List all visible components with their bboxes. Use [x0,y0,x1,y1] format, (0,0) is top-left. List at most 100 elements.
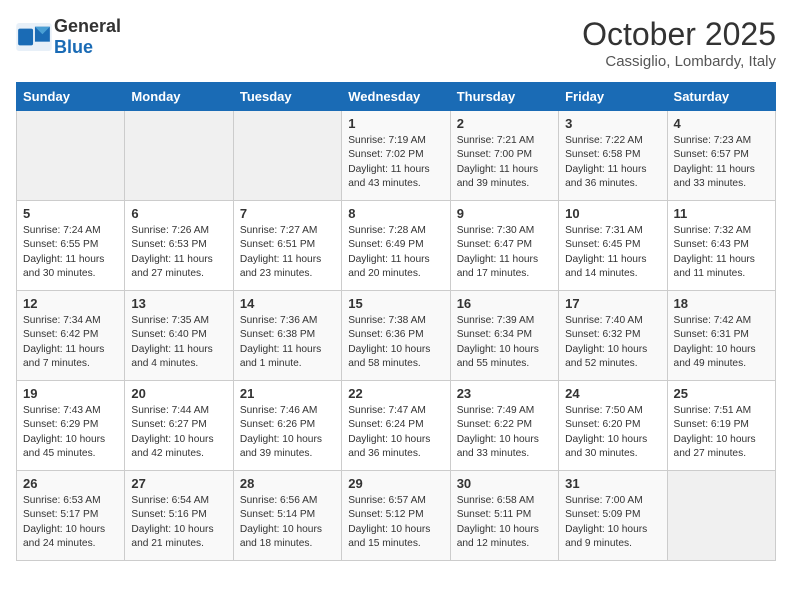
cell-info: Sunrise: 7:46 AM Sunset: 6:26 PM Dayligh… [240,404,335,461]
weekday-header: Saturday [667,83,775,111]
day-number: 7 [240,206,335,221]
location-text: Cassiglio, Lombardy, Italy [582,53,776,70]
calendar-cell [17,111,125,201]
cell-info: Sunrise: 7:22 AM Sunset: 6:58 PM Dayligh… [565,134,660,191]
calendar-cell: 29Sunrise: 6:57 AM Sunset: 5:12 PM Dayli… [342,471,450,561]
logo: General Blue [16,16,121,58]
day-number: 17 [565,296,660,311]
cell-info: Sunrise: 7:47 AM Sunset: 6:24 PM Dayligh… [348,404,443,461]
cell-info: Sunrise: 7:38 AM Sunset: 6:36 PM Dayligh… [348,314,443,371]
calendar-cell: 1Sunrise: 7:19 AM Sunset: 7:02 PM Daylig… [342,111,450,201]
weekday-header: Tuesday [233,83,341,111]
cell-info: Sunrise: 7:51 AM Sunset: 6:19 PM Dayligh… [674,404,769,461]
cell-info: Sunrise: 7:00 AM Sunset: 5:09 PM Dayligh… [565,494,660,551]
day-number: 27 [131,476,226,491]
calendar-cell: 16 Sunrise: 7:39 AM Sunset: 6:34 PM Dayli… [450,291,558,381]
day-number: 22 [348,386,443,401]
weekday-header: Friday [559,83,667,111]
cell-info: Sunrise: 7:49 AM Sunset: 6:22 PM Dayligh… [457,404,552,461]
calendar-cell: 9Sunrise: 7:30 AM Sunset: 6:47 PM Daylig… [450,201,558,291]
calendar-cell [125,111,233,201]
calendar-cell: 24 Sunrise: 7:50 AM Sunset: 6:20 PM Dayli… [559,381,667,471]
cell-info: Sunrise: 7:34 AM Sunset: 6:42 PM Dayligh… [23,314,118,371]
cell-info: Sunrise: 6:56 AM Sunset: 5:14 PM Dayligh… [240,494,335,551]
cell-info: Sunrise: 7:23 AM Sunset: 6:57 PM Dayligh… [674,134,769,191]
calendar-cell: 22 Sunrise: 7:47 AM Sunset: 6:24 PM Dayli… [342,381,450,471]
day-number: 24 [565,386,660,401]
calendar-cell: 2Sunrise: 7:21 AM Sunset: 7:00 PM Daylig… [450,111,558,201]
calendar-week-row: 19 Sunrise: 7:43 AM Sunset: 6:29 PM Dayli… [17,381,776,471]
day-number: 12 [23,296,118,311]
day-number: 15 [348,296,443,311]
calendar-cell: 5Sunrise: 7:24 AM Sunset: 6:55 PM Daylig… [17,201,125,291]
cell-info: Sunrise: 7:35 AM Sunset: 6:40 PM Dayligh… [131,314,226,371]
cell-info: Sunrise: 7:43 AM Sunset: 6:29 PM Dayligh… [23,404,118,461]
cell-info: Sunrise: 7:36 AM Sunset: 6:38 PM Dayligh… [240,314,335,371]
calendar-cell: 26Sunrise: 6:53 AM Sunset: 5:17 PM Dayli… [17,471,125,561]
day-number: 31 [565,476,660,491]
day-number: 23 [457,386,552,401]
calendar-cell: 12 Sunrise: 7:34 AM Sunset: 6:42 PM Dayli… [17,291,125,381]
calendar-cell: 8Sunrise: 7:28 AM Sunset: 6:49 PM Daylig… [342,201,450,291]
weekday-header: Thursday [450,83,558,111]
calendar-cell: 25 Sunrise: 7:51 AM Sunset: 6:19 PM Dayli… [667,381,775,471]
day-number: 14 [240,296,335,311]
cell-info: Sunrise: 6:58 AM Sunset: 5:11 PM Dayligh… [457,494,552,551]
calendar-cell: 19 Sunrise: 7:43 AM Sunset: 6:29 PM Dayli… [17,381,125,471]
calendar-cell: 18Sunrise: 7:42 AM Sunset: 6:31 PM Dayli… [667,291,775,381]
calendar-table: SundayMondayTuesdayWednesdayThursdayFrid… [16,82,776,561]
day-number: 16 [457,296,552,311]
cell-info: Sunrise: 7:44 AM Sunset: 6:27 PM Dayligh… [131,404,226,461]
calendar-cell: 3 Sunrise: 7:22 AM Sunset: 6:58 PM Daylig… [559,111,667,201]
calendar-header-row: SundayMondayTuesdayWednesdayThursdayFrid… [17,83,776,111]
cell-info: Sunrise: 6:54 AM Sunset: 5:16 PM Dayligh… [131,494,226,551]
day-number: 25 [674,386,769,401]
day-number: 5 [23,206,118,221]
month-title: October 2025 [582,16,776,53]
day-number: 21 [240,386,335,401]
cell-info: Sunrise: 7:26 AM Sunset: 6:53 PM Dayligh… [131,224,226,281]
cell-info: Sunrise: 7:40 AM Sunset: 6:32 PM Dayligh… [565,314,660,371]
day-number: 4 [674,116,769,131]
weekday-header: Wednesday [342,83,450,111]
calendar-cell: 14 Sunrise: 7:36 AM Sunset: 6:38 PM Dayli… [233,291,341,381]
calendar-cell: 28Sunrise: 6:56 AM Sunset: 5:14 PM Dayli… [233,471,341,561]
day-number: 11 [674,206,769,221]
calendar-cell [233,111,341,201]
calendar-cell: 11 Sunrise: 7:32 AM Sunset: 6:43 PM Dayli… [667,201,775,291]
calendar-cell: 23 Sunrise: 7:49 AM Sunset: 6:22 PM Dayli… [450,381,558,471]
calendar-cell: 13 Sunrise: 7:35 AM Sunset: 6:40 PM Dayli… [125,291,233,381]
calendar-cell: 27 Sunrise: 6:54 AM Sunset: 5:16 PM Dayli… [125,471,233,561]
day-number: 18 [674,296,769,311]
day-number: 30 [457,476,552,491]
day-number: 13 [131,296,226,311]
day-number: 3 [565,116,660,131]
calendar-week-row: 1Sunrise: 7:19 AM Sunset: 7:02 PM Daylig… [17,111,776,201]
day-number: 1 [348,116,443,131]
day-number: 9 [457,206,552,221]
day-number: 8 [348,206,443,221]
calendar-week-row: 26Sunrise: 6:53 AM Sunset: 5:17 PM Dayli… [17,471,776,561]
page-header: General Blue October 2025 Cassiglio, Lom… [16,16,776,70]
day-number: 10 [565,206,660,221]
calendar-week-row: 12 Sunrise: 7:34 AM Sunset: 6:42 PM Dayli… [17,291,776,381]
title-block: October 2025 Cassiglio, Lombardy, Italy [582,16,776,70]
logo-general-text: General [54,16,121,36]
calendar-cell: 17 Sunrise: 7:40 AM Sunset: 6:32 PM Dayli… [559,291,667,381]
cell-info: Sunrise: 7:50 AM Sunset: 6:20 PM Dayligh… [565,404,660,461]
day-number: 6 [131,206,226,221]
calendar-cell: 6 Sunrise: 7:26 AM Sunset: 6:53 PM Daylig… [125,201,233,291]
cell-info: Sunrise: 7:27 AM Sunset: 6:51 PM Dayligh… [240,224,335,281]
calendar-cell: 4 Sunrise: 7:23 AM Sunset: 6:57 PM Daylig… [667,111,775,201]
logo-blue-text: Blue [54,37,93,57]
weekday-header: Sunday [17,83,125,111]
calendar-cell: 20Sunrise: 7:44 AM Sunset: 6:27 PM Dayli… [125,381,233,471]
cell-info: Sunrise: 7:39 AM Sunset: 6:34 PM Dayligh… [457,314,552,371]
calendar-cell [667,471,775,561]
day-number: 19 [23,386,118,401]
cell-info: Sunrise: 6:57 AM Sunset: 5:12 PM Dayligh… [348,494,443,551]
calendar-cell: 7 Sunrise: 7:27 AM Sunset: 6:51 PM Daylig… [233,201,341,291]
cell-info: Sunrise: 7:32 AM Sunset: 6:43 PM Dayligh… [674,224,769,281]
calendar-week-row: 5Sunrise: 7:24 AM Sunset: 6:55 PM Daylig… [17,201,776,291]
logo-icon [16,23,52,51]
